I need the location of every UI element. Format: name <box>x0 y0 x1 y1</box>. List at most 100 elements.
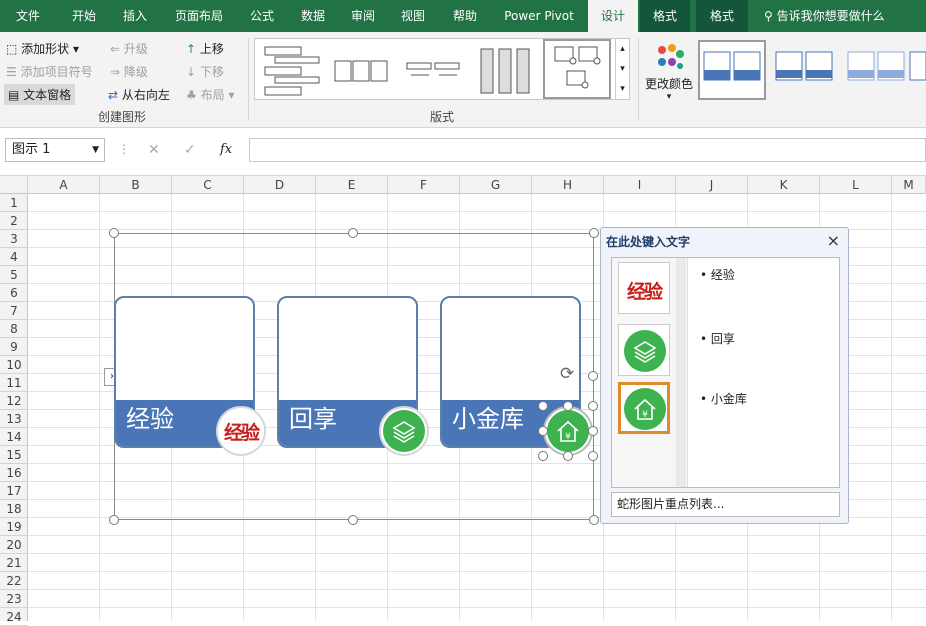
column-header[interactable]: F <box>388 176 460 194</box>
insert-function-icon[interactable]: fx <box>220 142 232 157</box>
tab-format-1[interactable]: 格式 <box>640 0 690 32</box>
column-header[interactable]: I <box>604 176 676 194</box>
thumbnail[interactable] <box>618 324 670 376</box>
more-icon: ⋮ <box>118 142 130 156</box>
layout-description-link[interactable]: 蛇形图片重点列表... <box>611 492 840 517</box>
tab-power-pivot[interactable]: Power Pivot <box>496 0 582 32</box>
resize-handle[interactable] <box>563 401 573 411</box>
close-icon[interactable]: × <box>827 231 840 250</box>
row-header[interactable]: 11 <box>0 374 28 392</box>
row-header[interactable]: 18 <box>0 500 28 518</box>
row-header[interactable]: 8 <box>0 320 28 338</box>
resize-handle[interactable] <box>538 401 548 411</box>
tab-design[interactable]: 设计 <box>588 0 638 32</box>
row-header[interactable]: 22 <box>0 572 28 590</box>
picture-placeholder[interactable] <box>379 406 429 456</box>
tab-file[interactable]: 文件 <box>4 0 52 32</box>
formula-input[interactable] <box>249 138 926 162</box>
row-header[interactable]: 14 <box>0 428 28 446</box>
column-header[interactable]: E <box>316 176 388 194</box>
move-up-label: 上移 <box>199 42 224 56</box>
right-to-left-button[interactable]: ⇄ 从右向左 <box>108 86 170 103</box>
add-bullet-button[interactable]: ☰ 添加项目符号 <box>6 63 93 80</box>
column-header[interactable]: L <box>820 176 892 194</box>
row-header[interactable]: 17 <box>0 482 28 500</box>
bullet-item[interactable]: • 回享 <box>700 330 735 347</box>
column-header[interactable]: D <box>244 176 316 194</box>
name-box[interactable]: 图示 1 ▼ <box>5 138 105 162</box>
row-header[interactable]: 12 <box>0 392 28 410</box>
row-header[interactable]: 20 <box>0 536 28 554</box>
row-header[interactable]: 24 <box>0 608 28 626</box>
column-header[interactable]: G <box>460 176 532 194</box>
select-all-corner[interactable] <box>0 176 28 194</box>
move-down-button[interactable]: ↓ 下移 <box>186 63 224 80</box>
row-header[interactable]: 7 <box>0 302 28 320</box>
picture-placeholder[interactable]: 经验 <box>216 406 266 456</box>
resize-handle[interactable] <box>563 451 573 461</box>
demote-button[interactable]: ⇒ 降级 <box>110 63 148 80</box>
resize-handle[interactable] <box>348 228 358 238</box>
resize-handle[interactable] <box>538 451 548 461</box>
resize-handle[interactable] <box>588 426 598 436</box>
row-header[interactable]: 9 <box>0 338 28 356</box>
tab-formulas[interactable]: 公式 <box>240 0 284 32</box>
tab-page-layout[interactable]: 页面布局 <box>164 0 234 32</box>
gallery-scroll[interactable]: ▴ ▾ ▾ <box>615 39 629 99</box>
layout-button[interactable]: ♣ 布局 ▾ <box>186 86 234 103</box>
column-header[interactable]: J <box>676 176 748 194</box>
swap-icon: ⇄ <box>108 88 119 102</box>
text-pane-button[interactable]: ▤ 文本窗格 <box>4 84 76 105</box>
text-pane-body[interactable]: 经验 ¥ • 经验 • 回享 • 小金库 <box>611 257 840 488</box>
column-header[interactable]: C <box>172 176 244 194</box>
tab-review[interactable]: 审阅 <box>340 0 386 32</box>
enter-icon[interactable]: ✓ <box>184 142 196 158</box>
thumbnail[interactable]: 经验 <box>618 262 670 314</box>
row-header[interactable]: 6 <box>0 284 28 302</box>
column-header[interactable]: A <box>28 176 100 194</box>
row-header[interactable]: 5 <box>0 266 28 284</box>
tab-home[interactable]: 开始 <box>60 0 108 32</box>
resize-handle[interactable] <box>588 371 598 381</box>
row-header[interactable]: 21 <box>0 554 28 572</box>
tab-help[interactable]: 帮助 <box>442 0 488 32</box>
resize-handle[interactable] <box>109 515 119 525</box>
row-header[interactable]: 10 <box>0 356 28 374</box>
resize-handle[interactable] <box>588 451 598 461</box>
bullet-item[interactable]: • 小金库 <box>700 390 747 407</box>
resize-handle[interactable] <box>589 515 599 525</box>
column-header[interactable]: K <box>748 176 820 194</box>
row-header[interactable]: 1 <box>0 194 28 212</box>
tab-data[interactable]: 数据 <box>290 0 336 32</box>
change-colors-button[interactable]: 更改颜色 ▾ <box>642 38 696 108</box>
row-header[interactable]: 15 <box>0 446 28 464</box>
rotate-handle-icon[interactable]: ⟳ <box>560 364 574 384</box>
thumbnail-selected[interactable]: ¥ <box>618 382 670 434</box>
column-header[interactable]: B <box>100 176 172 194</box>
move-up-button[interactable]: ↑ 上移 <box>186 40 224 57</box>
cancel-icon[interactable]: ✕ <box>148 142 160 158</box>
row-header[interactable]: 19 <box>0 518 28 536</box>
tell-me-box[interactable]: ⚲ 告诉我你想要做什么 <box>764 0 885 32</box>
chevron-down-icon[interactable]: ▼ <box>92 139 99 161</box>
add-shape-button[interactable]: ⬚ 添加形状 ▾ <box>6 40 79 57</box>
resize-handle[interactable] <box>588 401 598 411</box>
row-header[interactable]: 2 <box>0 212 28 230</box>
tab-insert[interactable]: 插入 <box>112 0 158 32</box>
row-header[interactable]: 3 <box>0 230 28 248</box>
resize-handle[interactable] <box>589 228 599 238</box>
resize-handle[interactable] <box>109 228 119 238</box>
row-header[interactable]: 4 <box>0 248 28 266</box>
row-header[interactable]: 16 <box>0 464 28 482</box>
row-header[interactable]: 23 <box>0 590 28 608</box>
picture-placeholder-selected[interactable]: ¥ <box>543 406 593 456</box>
resize-handle[interactable] <box>348 515 358 525</box>
tab-view[interactable]: 视图 <box>390 0 436 32</box>
row-header[interactable]: 13 <box>0 410 28 428</box>
bullet-item[interactable]: • 经验 <box>700 266 735 283</box>
column-header[interactable]: M <box>892 176 926 194</box>
promote-button[interactable]: ⇐ 升级 <box>110 40 148 57</box>
resize-handle[interactable] <box>538 426 548 436</box>
column-header[interactable]: H <box>532 176 604 194</box>
tab-format-2[interactable]: 格式 <box>696 0 748 32</box>
